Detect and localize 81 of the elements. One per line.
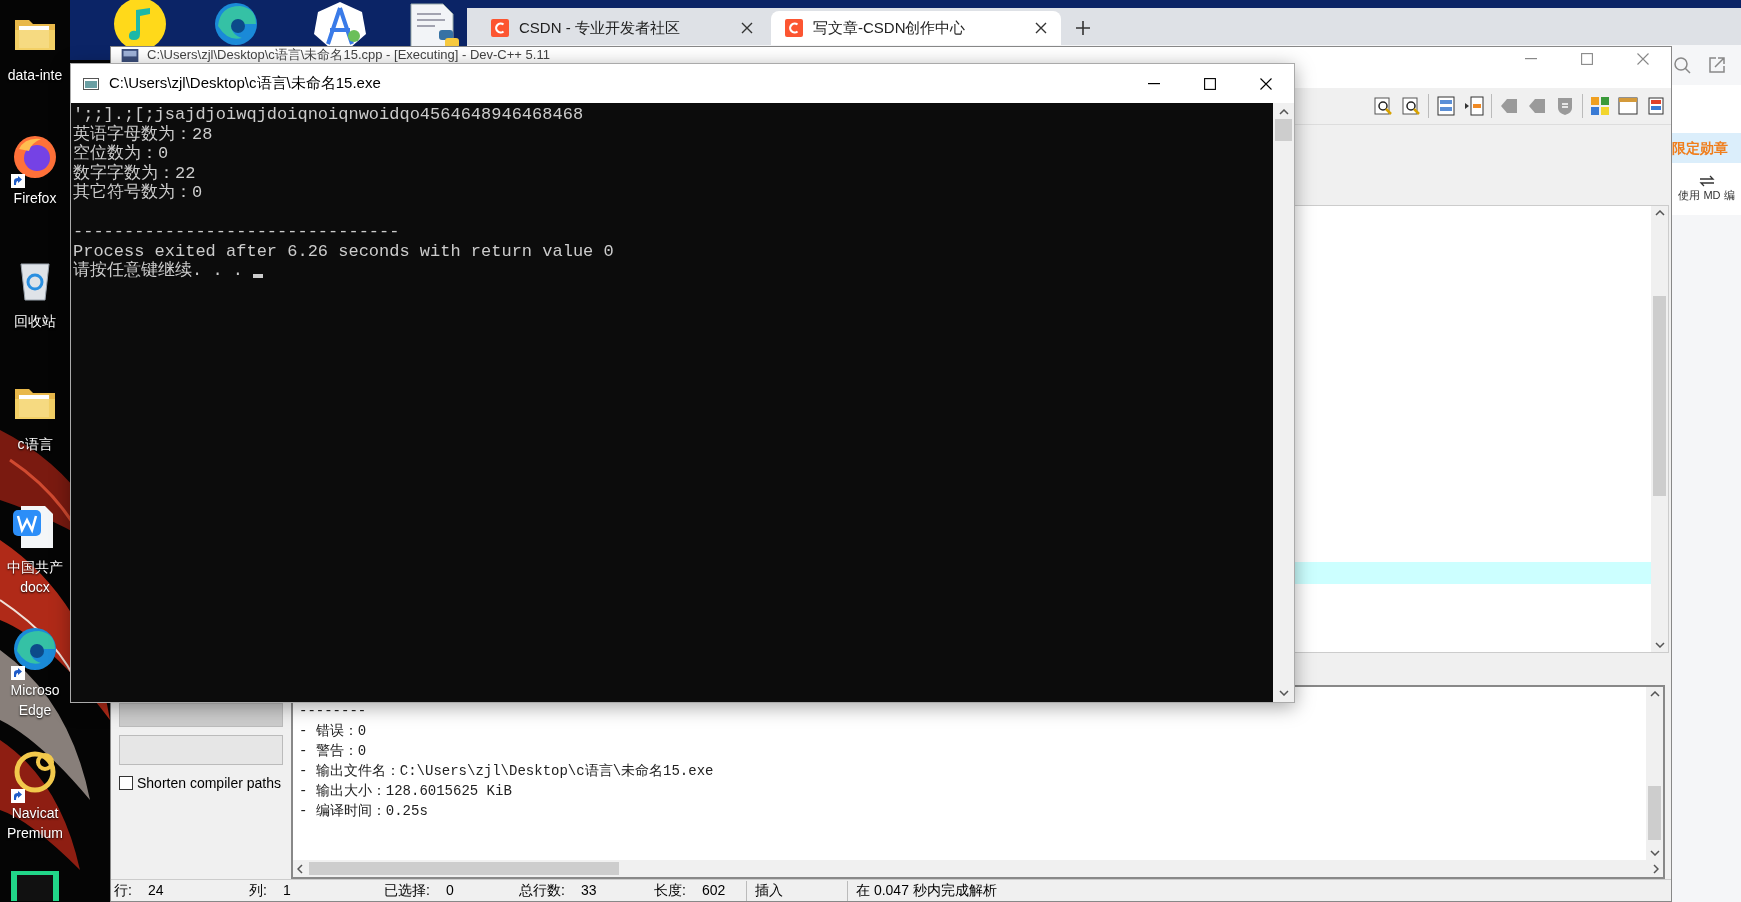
scrollbar[interactable] — [1651, 205, 1668, 652]
scrollbar-thumb[interactable] — [1275, 119, 1292, 141]
window-icon[interactable] — [1617, 95, 1639, 117]
browser-tab[interactable]: 写文章-CSDN创作中心 — [771, 11, 1061, 45]
app-icon — [121, 49, 139, 62]
console-app-icon — [83, 77, 99, 90]
close-icon[interactable] — [1260, 77, 1272, 90]
desktop-icon-label[interactable]: c语言 — [17, 434, 53, 454]
desktop-icon-label[interactable]: 回收站 — [14, 311, 56, 331]
log-line: - 错误：0 — [299, 721, 368, 741]
status-value: 0 — [445, 881, 454, 900]
find-icon[interactable] — [1372, 95, 1394, 117]
minimize-icon[interactable] — [1148, 82, 1160, 85]
ide-icon — [11, 871, 59, 901]
scrollbar-thumb[interactable] — [1648, 786, 1661, 840]
export-icon[interactable] — [1708, 56, 1726, 74]
log-line: - 输出大小：128.6015625 KiB — [299, 781, 513, 801]
status-mode: 插入 — [754, 881, 784, 900]
split-icon[interactable] — [1463, 95, 1485, 117]
desktop-icon-label[interactable]: docx — [20, 577, 50, 597]
desktop-icon-label[interactable]: 中国共产 — [7, 557, 63, 577]
console-line: 其它符号数为：0 — [73, 183, 203, 203]
edge-icon — [212, 0, 260, 48]
console-line: 数字字数为：22 — [73, 163, 196, 183]
scrollbar[interactable] — [1646, 686, 1663, 860]
console-line: Process exited after 6.26 seconds with return value 0 — [73, 241, 614, 261]
panel-icon[interactable] — [1435, 95, 1457, 117]
firefox-icon — [11, 133, 59, 181]
window-title: C:\Users\zjl\Desktop\c语言\未命名15.exe — [109, 73, 382, 94]
console-line: 空位数为：0 — [73, 144, 169, 163]
tab-title: CSDN - 专业开发者社区 — [519, 17, 681, 38]
desktop-icon-label[interactable]: Navicat — [11, 803, 59, 823]
window-title: C:\Users\zjl\Desktop\c语言\未命名15.cpp - [Executing] - Dev-C++ 5.11 — [147, 47, 551, 62]
scrollbar-thumb[interactable] — [1653, 295, 1666, 496]
close-icon[interactable] — [741, 22, 753, 34]
status-value: 33 — [580, 881, 597, 900]
console-line: -------------------------------- — [73, 221, 400, 242]
shortcut-arrow-icon — [11, 174, 25, 188]
status-label: 列: — [249, 881, 267, 900]
status-label: 行: — [114, 881, 132, 900]
site-logo-icon — [785, 19, 803, 37]
status-label: 总行数: — [519, 881, 565, 900]
site-logo-icon — [491, 19, 509, 37]
scrollbar[interactable] — [1273, 103, 1294, 702]
palette-icon[interactable] — [1645, 95, 1667, 117]
shortcut-arrow-icon — [11, 789, 25, 803]
console-line: ';;].;[;jsajdjoiwqjdoiqnoiqnwoidqo4564648946468468 — [73, 105, 584, 124]
zoom-icon[interactable] — [1674, 56, 1692, 74]
editor-toggle[interactable]: 使用 MD 编 — [1672, 163, 1741, 215]
log-line: - 警告：0 — [299, 741, 368, 761]
status-label: 已选择: — [384, 881, 430, 900]
desktop-icon-label[interactable]: Edge — [18, 700, 52, 720]
desktop-icon-label[interactable]: Premium — [7, 823, 63, 843]
checkbox[interactable] — [119, 776, 133, 791]
status-message: 在 0.047 秒内完成解析 — [855, 881, 997, 900]
tab-title: 写文章-CSDN创作中心 — [813, 17, 967, 38]
shortcut-arrow-icon — [11, 666, 25, 680]
new-tab-icon[interactable] — [1075, 20, 1091, 36]
status-value: 1 — [282, 881, 291, 900]
edge-icon — [11, 625, 59, 673]
console-line: 请按任意键继续. . . — [73, 261, 243, 281]
abort-button[interactable] — [119, 702, 283, 727]
grid-icon[interactable] — [1589, 95, 1611, 117]
music-app-icon — [112, 0, 168, 48]
status-value: 24 — [147, 881, 164, 900]
maximize-icon[interactable] — [1204, 77, 1216, 90]
log-line: - 输出文件名：C:\Users\zjl\Desktop\c语言\未命名15.exe — [299, 761, 715, 781]
swap-icon — [1698, 174, 1715, 187]
log-line: - 编译时间：0.25s — [299, 801, 429, 821]
scrollbar-thumb[interactable] — [309, 862, 619, 875]
status-value: 602 — [701, 881, 726, 900]
checkbox-label[interactable]: Shorten compiler paths — [137, 772, 281, 794]
console-line: 英语字母数为：28 — [73, 124, 213, 144]
desktop-icon-label[interactable]: data-inte — [7, 65, 63, 85]
close-icon[interactable] — [1035, 22, 1047, 34]
input-field[interactable] — [119, 734, 283, 765]
log-line: -------- — [299, 701, 368, 721]
desktop-icon-label[interactable]: Firefox — [13, 188, 57, 208]
status-label: 长度: — [654, 881, 686, 900]
replace-icon[interactable] — [1400, 95, 1422, 117]
horizontal-scrollbar[interactable] — [293, 860, 1663, 877]
